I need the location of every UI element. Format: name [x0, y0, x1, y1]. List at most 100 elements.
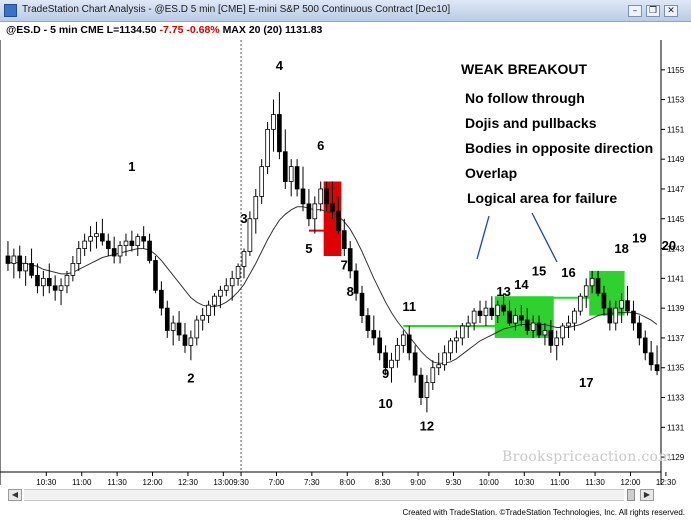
x-tick-label: 12:30 [656, 478, 677, 487]
candle-body [147, 240, 152, 261]
candle-body [282, 151, 288, 182]
scroll-left-button[interactable]: ◀ [8, 489, 22, 501]
candle [400, 330, 406, 353]
candle-body [46, 277, 52, 287]
candle [625, 285, 630, 316]
candle-body [495, 304, 501, 316]
candle-body [105, 240, 111, 249]
candle-body [271, 114, 276, 130]
candle [642, 330, 648, 361]
scroll-right-button[interactable]: ▶ [640, 489, 654, 501]
y-tick-label: 1137 [667, 334, 685, 343]
candle [654, 345, 660, 376]
candle-body [489, 307, 495, 316]
candle [46, 263, 52, 294]
candle-body [377, 337, 383, 354]
candle-body [583, 285, 589, 297]
candle [282, 129, 288, 189]
candle [430, 360, 436, 391]
candle [100, 218, 105, 246]
candle [583, 278, 589, 309]
candle-body [35, 274, 40, 287]
candle [135, 233, 141, 256]
candle-body [524, 319, 530, 331]
candle [412, 345, 418, 383]
candle-body [648, 352, 654, 366]
candle [448, 337, 453, 361]
candlestick-chart[interactable]: 1129113111331135113711391141114311451147… [0, 0, 691, 520]
candle [23, 256, 28, 286]
bar-label: 20 [662, 238, 676, 253]
candle-body [64, 274, 70, 287]
candle [471, 308, 477, 331]
candle-body [465, 322, 471, 327]
annotation-arrow-2 [531, 212, 558, 263]
annotation-line-2: Dojis and pullbacks [465, 115, 597, 131]
candle [265, 121, 270, 175]
candle-body [17, 255, 23, 272]
candle [395, 337, 400, 368]
candle-body [241, 251, 247, 267]
candle-body [111, 248, 117, 257]
scrollbar-thumb[interactable] [627, 489, 635, 501]
candle-body [123, 240, 129, 246]
bar-label: 10 [378, 396, 392, 411]
x-tick-label: 11:30 [585, 478, 605, 487]
candle-body [477, 310, 483, 316]
bar-label: 13 [496, 284, 510, 299]
candle-body [430, 367, 436, 384]
x-tick-label: 7:00 [269, 478, 285, 487]
chart-info-bar: @ES.D - 5 min CME L=1134.50 -7.75 -0.68%… [6, 24, 322, 36]
candle [82, 233, 87, 256]
candle-body [595, 277, 601, 294]
candle-body [153, 260, 158, 291]
candle-body [625, 300, 630, 312]
candle-body [300, 188, 306, 205]
candle [554, 330, 560, 361]
candle [164, 300, 170, 338]
candle [318, 181, 324, 212]
candle [436, 352, 442, 376]
candle [631, 300, 636, 331]
x-tick-label: 8:00 [339, 478, 355, 487]
candle-body [389, 359, 394, 369]
candle-body [607, 307, 613, 324]
x-tick-label: 9:30 [233, 478, 249, 487]
x-tick-label: 10:00 [479, 478, 500, 487]
candle-body [170, 322, 176, 331]
candle-body [164, 307, 170, 331]
candle-body [100, 233, 105, 242]
candle [117, 241, 123, 264]
candle-body [188, 337, 194, 346]
candle-body [578, 295, 583, 312]
candle-body [542, 330, 548, 336]
bar-label: 7 [341, 257, 348, 272]
bar-label: 1 [128, 159, 135, 174]
candle-body [88, 236, 93, 242]
candle-body [70, 263, 76, 276]
bar-label: 4 [276, 58, 284, 73]
candle [560, 323, 565, 346]
candle-body [454, 337, 459, 342]
x-tick-label: 12:00 [143, 478, 164, 487]
candle [460, 323, 465, 346]
bar-label: 17 [579, 375, 593, 390]
candle-body [129, 240, 135, 246]
candle [147, 233, 152, 264]
candle-body [330, 203, 335, 212]
candle-body [265, 128, 270, 168]
candle-body [29, 263, 34, 276]
candle [253, 188, 259, 234]
candle [212, 293, 217, 316]
candle [424, 375, 430, 413]
bar-label: 16 [561, 265, 575, 280]
horizontal-scrollbar[interactable] [24, 489, 624, 501]
candle-body [637, 322, 642, 339]
candle [159, 281, 164, 316]
candle-body [400, 334, 406, 346]
candle-body [58, 285, 64, 291]
y-tick-label: 1139 [667, 304, 685, 313]
candle [29, 248, 34, 279]
candle-body [501, 304, 506, 312]
candle [129, 230, 135, 252]
